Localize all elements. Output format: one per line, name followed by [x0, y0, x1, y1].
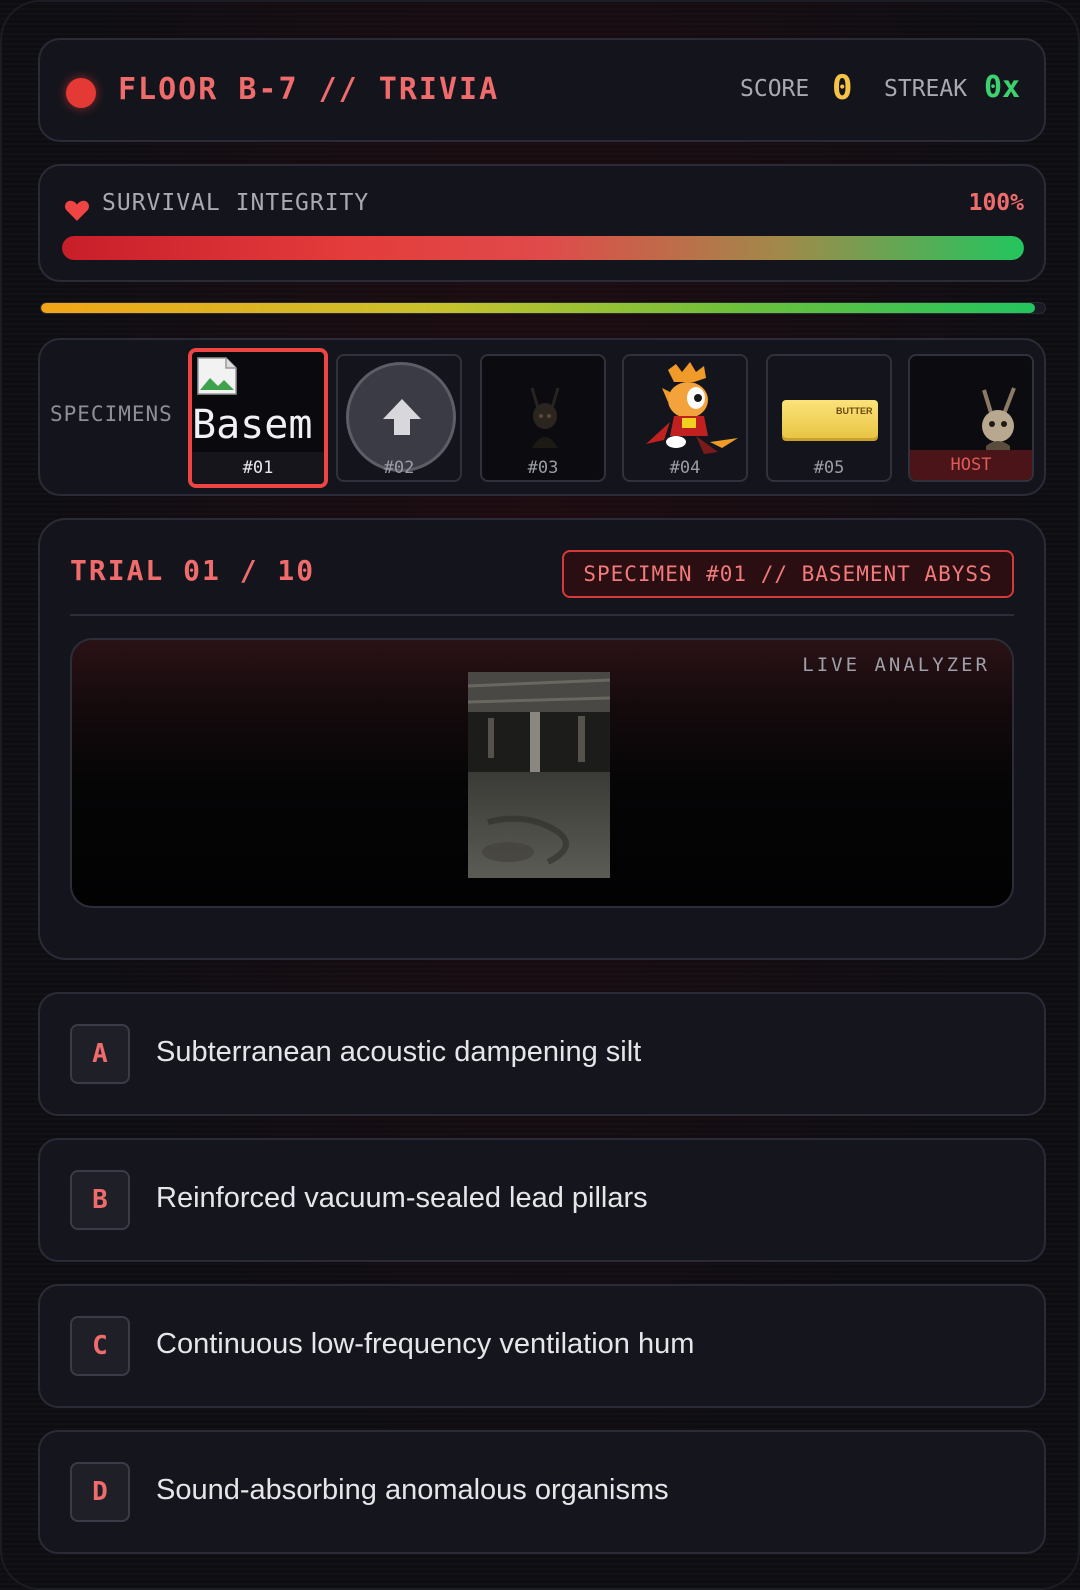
analyzer-label: LIVE ANALYZER [802, 654, 990, 676]
upload-arrow-icon [383, 399, 421, 435]
trial-panel: TRIAL 01 / 10 SPECIMEN #01 // BASEMENT A… [38, 518, 1046, 960]
specimen-tag: SPECIMEN #01 // BASEMENT ABYSS [562, 550, 1014, 598]
option-letter: C [70, 1316, 130, 1376]
integrity-percent: 100% [968, 190, 1024, 216]
option-letter: A [70, 1024, 130, 1084]
trial-divider [70, 614, 1014, 616]
specimen-thumb-05[interactable]: BUTTER #05 [766, 354, 892, 482]
heart-icon [65, 200, 89, 221]
streak-value: 0x [984, 70, 1021, 105]
option-letter: D [70, 1462, 130, 1522]
option-letter: B [70, 1170, 130, 1230]
option-text: Continuous low-frequency ventilation hum [156, 1328, 695, 1360]
specimens-strip: SPECIMENS Basem #01 #02 #03 #04 BUTTER #… [38, 338, 1046, 496]
question-timer-bar [40, 302, 1046, 314]
answer-option-a[interactable]: A Subterranean acoustic dampening silt [38, 992, 1046, 1116]
option-text: Reinforced vacuum-sealed lead pillars [156, 1182, 648, 1214]
specimens-label: SPECIMENS [50, 402, 173, 426]
specimen-thumb-01[interactable]: Basem #01 [188, 348, 328, 488]
live-analyzer: LIVE ANALYZER [70, 638, 1014, 908]
question-timer-fill [41, 303, 1035, 313]
specimen-number: #05 [813, 458, 845, 478]
specimen-thumb-03[interactable]: #03 [480, 354, 606, 482]
butter-image: BUTTER [782, 400, 878, 438]
survival-integrity-panel: SURVIVAL INTEGRITY 100% [38, 164, 1046, 282]
butter-label: BUTTER [836, 406, 873, 416]
answer-option-b[interactable]: B Reinforced vacuum-sealed lead pillars [38, 1138, 1046, 1262]
specimen-number: #01 [192, 452, 324, 484]
specimen-thumb-04[interactable]: #04 [622, 354, 748, 482]
top-bar: FLOOR B-7 // TRIVIA SCORE 0 STREAK 0x [38, 38, 1046, 142]
integrity-bar [62, 236, 1024, 260]
integrity-label: SURVIVAL INTEGRITY [102, 190, 370, 216]
option-text: Subterranean acoustic dampening silt [156, 1036, 642, 1068]
shadow-creature-icon [530, 387, 560, 448]
upload-circle [346, 362, 456, 472]
specimen-number: #02 [383, 458, 415, 478]
recording-dot-icon [66, 78, 96, 108]
score-value: 0 [832, 68, 853, 108]
pixel-character-sprite-icon [646, 362, 738, 454]
broken-image-icon [197, 357, 237, 395]
specimen-thumb-host[interactable]: HOST [908, 354, 1034, 482]
game-title: FLOOR B-7 // TRIVIA [118, 72, 500, 107]
specimen-number: #04 [669, 458, 701, 478]
streak-label: STREAK [884, 76, 968, 102]
app-frame: FLOOR B-7 // TRIVIA SCORE 0 STREAK 0x SU… [0, 0, 1080, 1590]
answer-option-c[interactable]: C Continuous low-frequency ventilation h… [38, 1284, 1046, 1408]
host-creature-icon [982, 387, 1016, 456]
specimen-number: #03 [527, 458, 559, 478]
specimen-alt-text: Basem [192, 402, 313, 448]
trial-counter: TRIAL 01 / 10 [70, 554, 316, 587]
score-label: SCORE [740, 76, 810, 102]
integrity-bar-fill [62, 236, 1024, 260]
specimen-number: HOST [910, 450, 1032, 480]
specimen-thumb-02[interactable]: #02 [336, 354, 462, 482]
basement-scene-image [468, 672, 610, 878]
option-text: Sound-absorbing anomalous organisms [156, 1474, 669, 1506]
answer-option-d[interactable]: D Sound-absorbing anomalous organisms [38, 1430, 1046, 1554]
